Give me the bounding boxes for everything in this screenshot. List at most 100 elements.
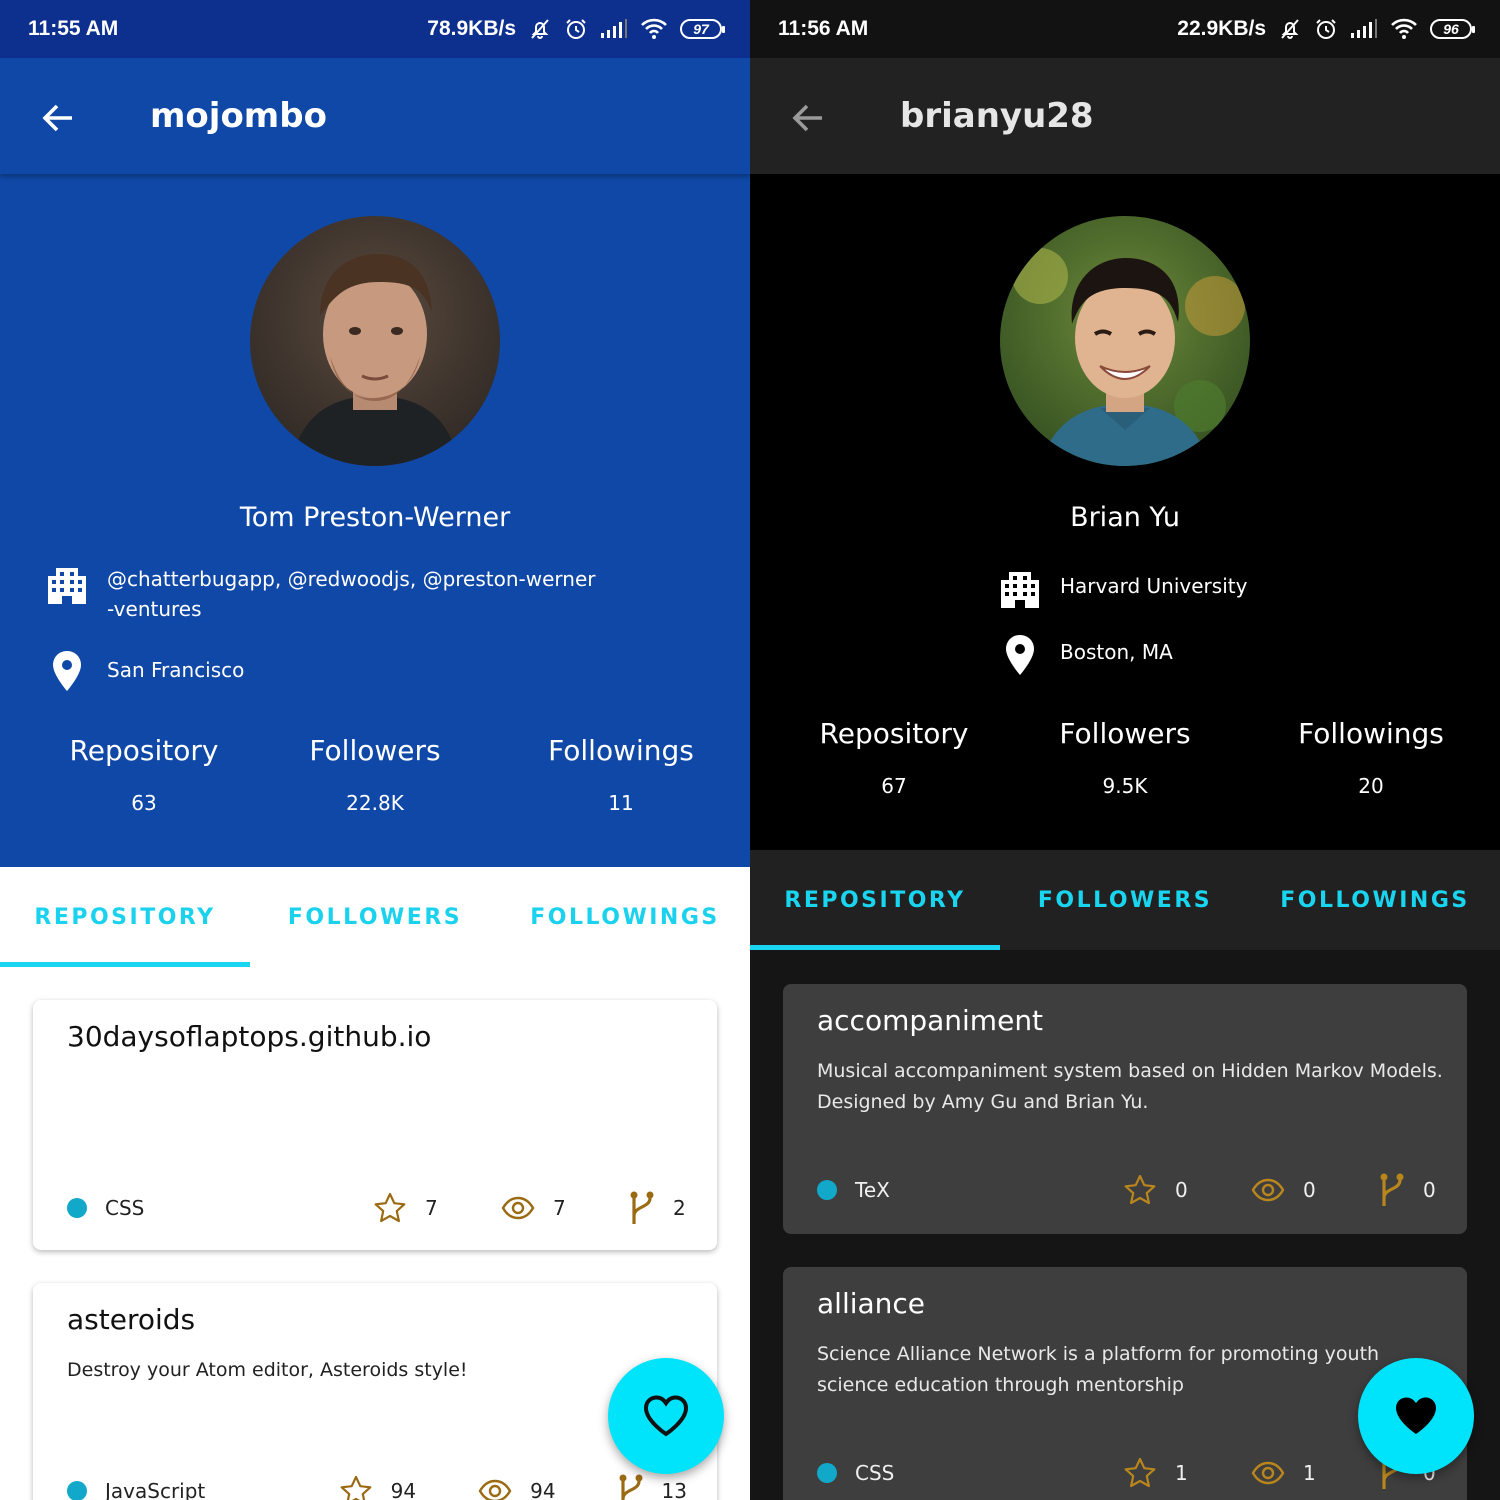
stat-repository[interactable]: Repository 67 bbox=[794, 717, 994, 798]
stat-value: 67 bbox=[881, 774, 907, 798]
repo-watchers: 7 bbox=[501, 1196, 567, 1220]
stat-followers[interactable]: Followers 9.5K bbox=[1025, 717, 1225, 798]
repo-footer: CSS 7 7 2 bbox=[67, 1190, 687, 1226]
tab-followings[interactable]: FOLLOWINGS bbox=[500, 867, 750, 967]
eye-icon bbox=[478, 1479, 512, 1500]
repo-card[interactable]: alliance Science Alliance Network is a p… bbox=[783, 1267, 1467, 1500]
stat-value: 20 bbox=[1358, 774, 1384, 798]
status-time: 11:56 AM bbox=[778, 17, 869, 40]
fork-icon bbox=[630, 1191, 654, 1224]
eye-icon bbox=[501, 1196, 535, 1220]
heart-outline-icon bbox=[643, 1395, 689, 1437]
stat-value: 9.5K bbox=[1102, 774, 1148, 798]
tab-bar: REPOSITORY FOLLOWERS FOLLOWINGS bbox=[0, 867, 750, 967]
stat-followings[interactable]: Followings 20 bbox=[1271, 717, 1471, 798]
fork-count: 2 bbox=[673, 1196, 686, 1220]
tab-bar: REPOSITORY FOLLOWERS FOLLOWINGS bbox=[750, 850, 1500, 950]
bell-off-icon bbox=[531, 19, 549, 39]
stat-label: Repository bbox=[819, 717, 969, 750]
stat-label: Followers bbox=[1059, 717, 1191, 750]
building-icon bbox=[48, 568, 86, 604]
battery-indicator: 97 bbox=[680, 19, 725, 39]
fork-icon bbox=[1380, 1173, 1404, 1206]
location-pin-icon bbox=[53, 651, 81, 691]
location-text: San Francisco bbox=[107, 658, 245, 682]
wifi-icon bbox=[1391, 18, 1417, 39]
tab-followers[interactable]: FOLLOWERS bbox=[1000, 850, 1250, 950]
stat-label: Followings bbox=[1298, 717, 1444, 750]
signal-icon bbox=[601, 19, 627, 38]
language-color-dot bbox=[67, 1198, 87, 1218]
status-time: 11:55 AM bbox=[28, 17, 119, 40]
company-text-continued: -ventures bbox=[107, 597, 202, 621]
display-name: Brian Yu bbox=[1070, 502, 1180, 533]
company-row: Harvard University bbox=[998, 568, 1247, 608]
watcher-count: 0 bbox=[1303, 1178, 1316, 1202]
stat-value: 22.8K bbox=[346, 791, 404, 815]
repo-stars: 7 bbox=[373, 1191, 439, 1225]
star-icon bbox=[340, 1475, 372, 1500]
repo-name: asteroids bbox=[67, 1303, 196, 1336]
repo-card[interactable]: 30daysoflaptops.github.io CSS 7 7 2 bbox=[33, 1000, 717, 1250]
tab-followings[interactable]: FOLLOWINGS bbox=[1250, 850, 1500, 950]
stat-label: Followings bbox=[548, 734, 694, 767]
repo-name: 30daysoflaptops.github.io bbox=[67, 1020, 432, 1053]
repo-language: CSS bbox=[855, 1461, 895, 1485]
app-bar: mojombo bbox=[0, 58, 750, 174]
status-bar: 11:56 AM 22.9KB/s 96 bbox=[750, 0, 1500, 58]
tab-repository[interactable]: REPOSITORY bbox=[750, 850, 1000, 950]
tab-repository[interactable]: REPOSITORY bbox=[0, 867, 250, 967]
company-row: @chatterbugapp, @redwoodjs, @preston-wer… bbox=[45, 564, 705, 624]
repo-footer: CSS 1 1 0 bbox=[817, 1455, 1437, 1491]
repo-description: Musical accompaniment system based on Hi… bbox=[817, 1060, 1443, 1113]
star-count: 7 bbox=[425, 1196, 438, 1220]
stat-label: Followers bbox=[309, 734, 441, 767]
favorite-button[interactable] bbox=[1358, 1358, 1474, 1474]
tab-followers[interactable]: FOLLOWERS bbox=[250, 867, 500, 967]
watcher-count: 7 bbox=[553, 1196, 566, 1220]
star-icon bbox=[374, 1192, 406, 1223]
company-text: Harvard University bbox=[1060, 574, 1248, 598]
stat-label: Repository bbox=[69, 734, 219, 767]
language-color-dot bbox=[817, 1463, 837, 1483]
wifi-icon bbox=[641, 18, 667, 39]
repo-stars: 0 bbox=[1123, 1173, 1189, 1207]
alarm-icon bbox=[1316, 19, 1336, 39]
avatar bbox=[250, 216, 500, 466]
stat-followers[interactable]: Followers 22.8K bbox=[275, 734, 475, 815]
heart-filled-icon bbox=[1396, 1397, 1436, 1434]
star-count: 1 bbox=[1175, 1461, 1188, 1485]
star-icon bbox=[1124, 1174, 1156, 1205]
star-count: 0 bbox=[1175, 1178, 1188, 1202]
repo-description: Destroy your Atom editor, Asteroids styl… bbox=[67, 1359, 468, 1381]
status-bar: 11:55 AM 78.9KB/s 97 bbox=[0, 0, 750, 58]
fork-count: 13 bbox=[661, 1479, 687, 1500]
star-icon bbox=[1124, 1457, 1156, 1488]
repo-name: accompaniment bbox=[817, 1004, 1044, 1037]
display-name: Tom Preston-Werner bbox=[239, 502, 511, 533]
location-row: Boston, MA bbox=[998, 634, 1173, 676]
favorite-button[interactable] bbox=[608, 1358, 724, 1474]
language-color-dot bbox=[817, 1180, 837, 1200]
eye-icon bbox=[1251, 1461, 1285, 1485]
repo-forks: 0 bbox=[1379, 1172, 1437, 1208]
app-bar: brianyu28 bbox=[750, 58, 1500, 174]
repo-card[interactable]: accompaniment Musical accompaniment syst… bbox=[783, 984, 1467, 1234]
fork-count: 0 bbox=[1423, 1178, 1436, 1202]
stat-value: 11 bbox=[608, 791, 634, 815]
repo-name: alliance bbox=[817, 1287, 926, 1320]
eye-icon bbox=[1251, 1178, 1285, 1202]
page-title: brianyu28 bbox=[900, 96, 1094, 136]
bell-off-icon bbox=[1281, 19, 1299, 39]
stat-followings[interactable]: Followings 11 bbox=[521, 734, 721, 815]
repo-forks: 13 bbox=[618, 1473, 687, 1500]
stat-value: 63 bbox=[131, 791, 157, 815]
battery-indicator: 96 bbox=[1430, 19, 1475, 39]
stat-repository[interactable]: Repository 63 bbox=[44, 734, 244, 815]
location-text: Boston, MA bbox=[1060, 640, 1173, 664]
arrow-left-icon[interactable] bbox=[38, 98, 78, 138]
fork-icon bbox=[619, 1474, 643, 1500]
language-color-dot bbox=[67, 1481, 87, 1500]
network-speed: 78.9KB/s bbox=[427, 17, 516, 40]
arrow-left-icon[interactable] bbox=[788, 98, 828, 138]
